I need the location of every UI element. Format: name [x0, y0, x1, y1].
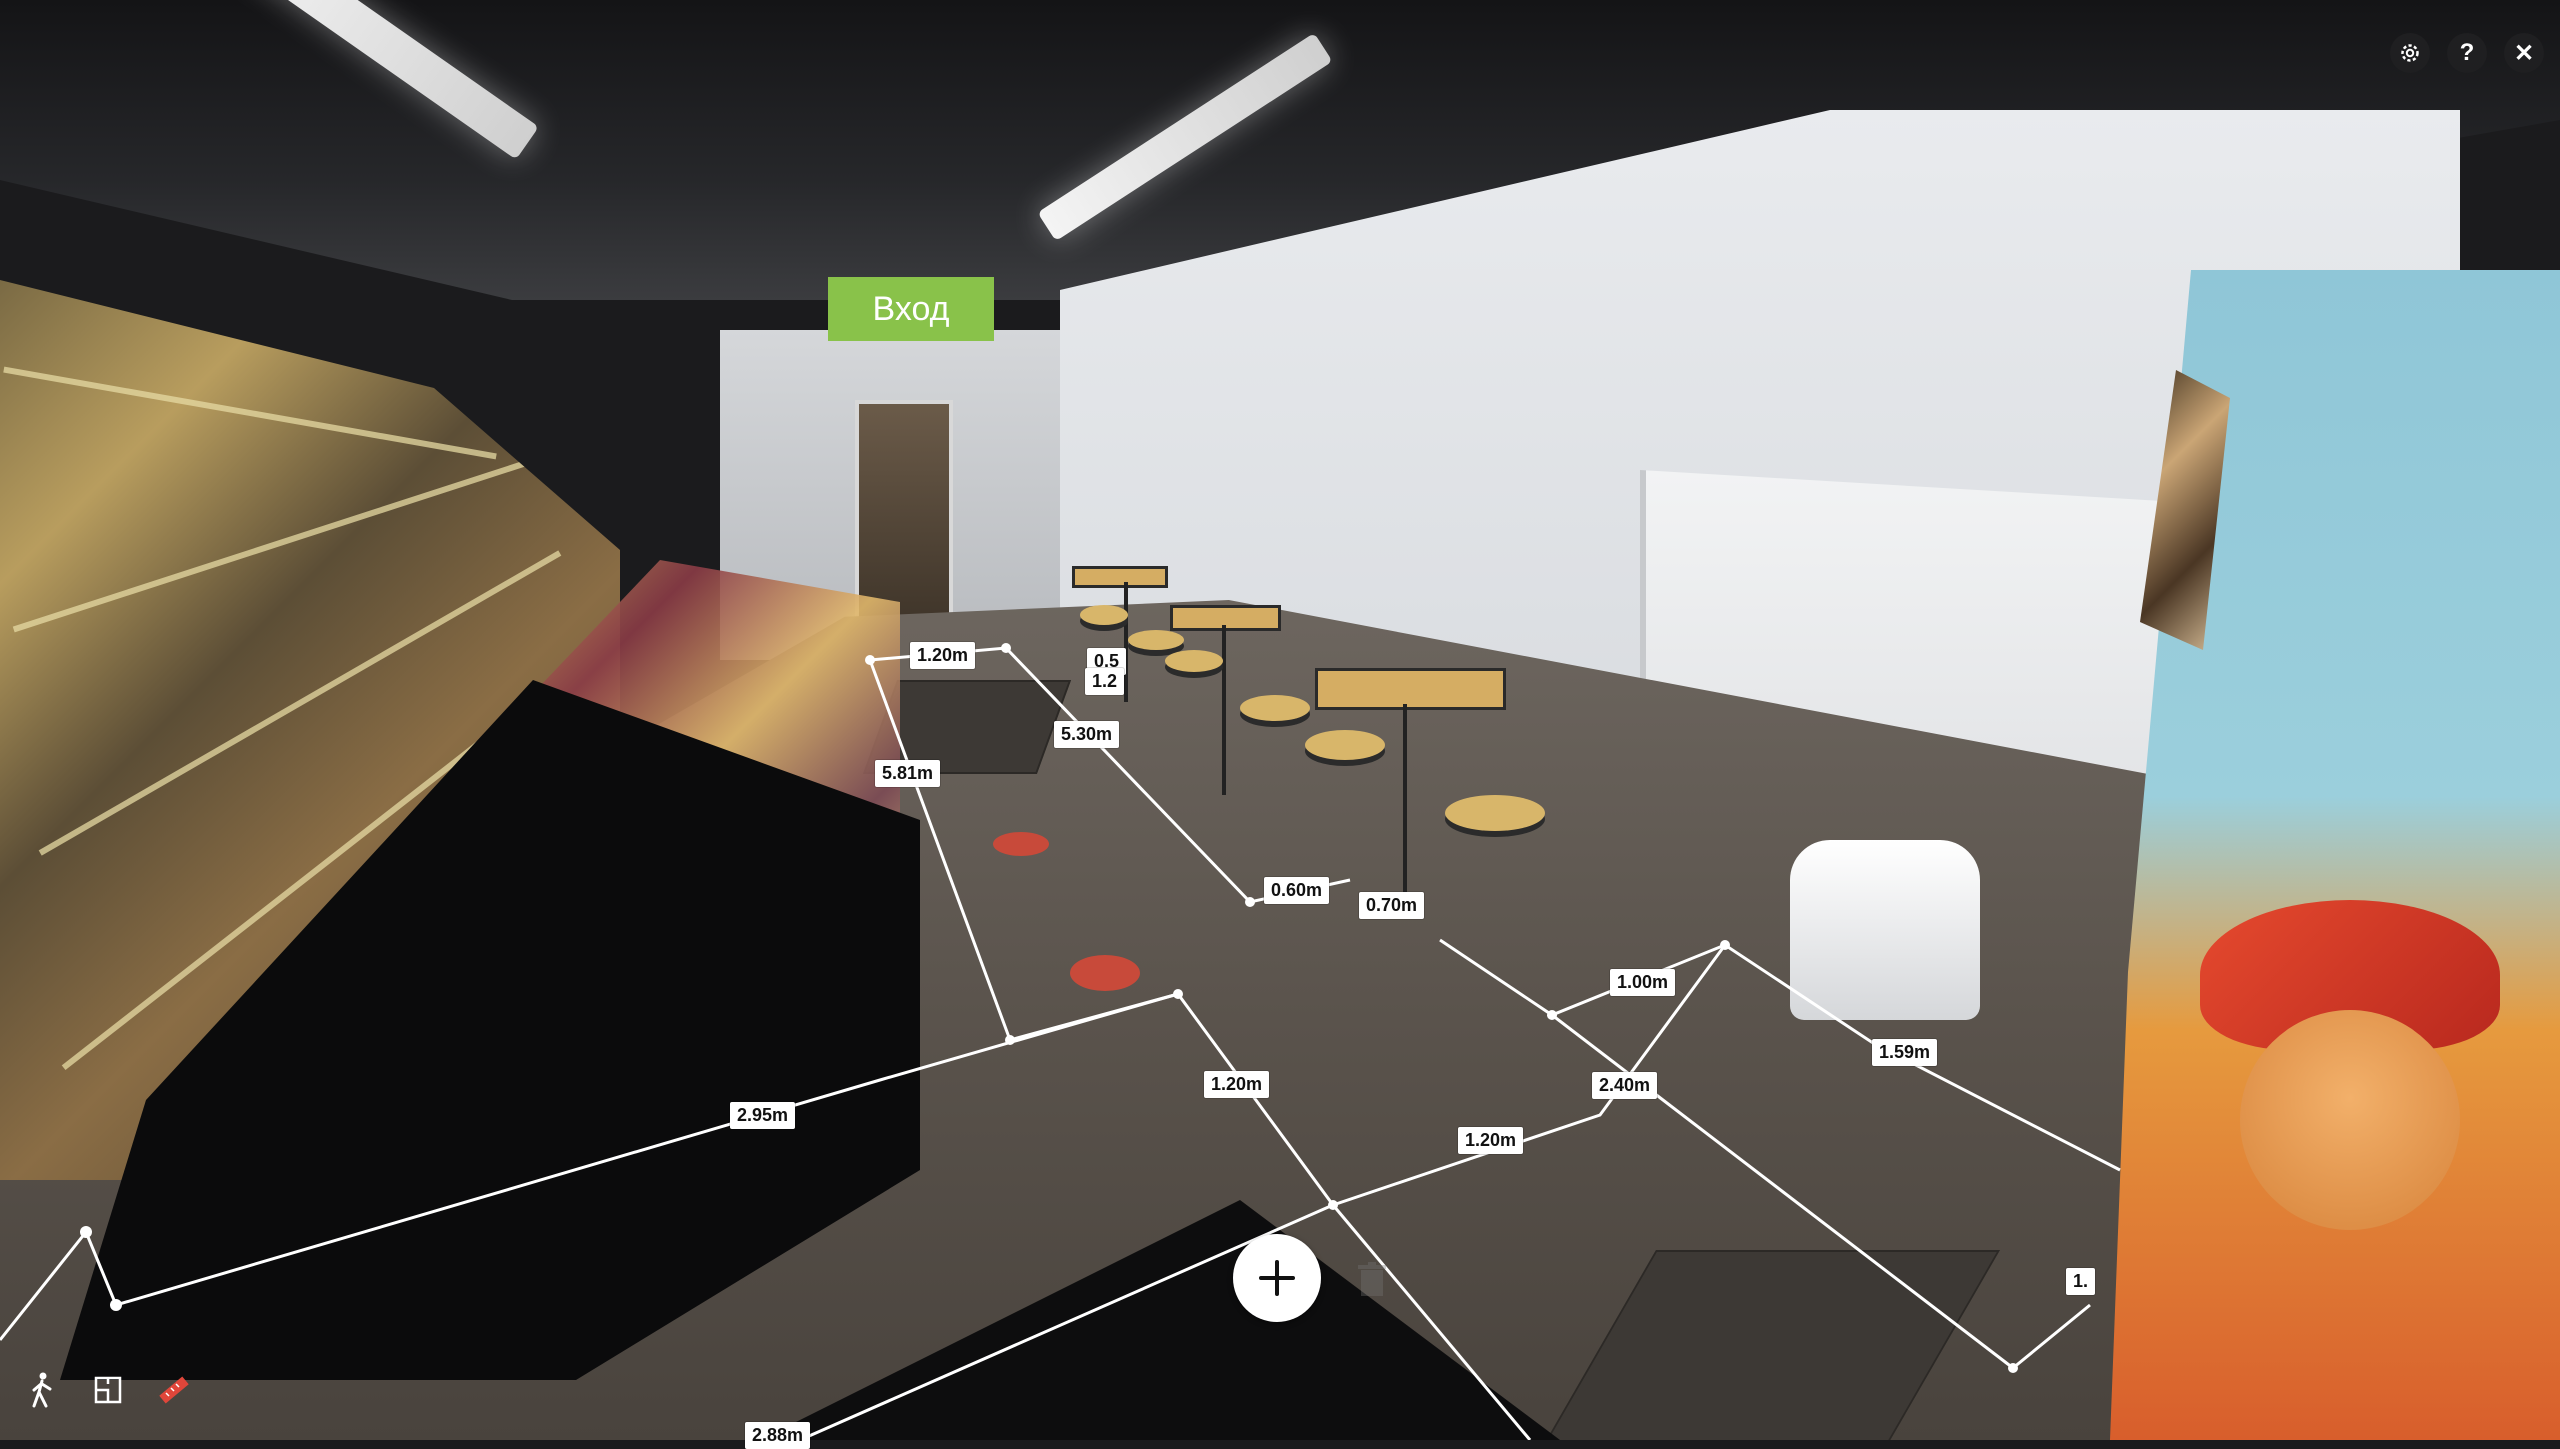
measurement-label[interactable]: 1.20m	[910, 642, 976, 669]
measurement-label[interactable]: 0.70m	[1359, 892, 1425, 919]
measure-icon	[159, 1376, 189, 1404]
walk-icon	[32, 1372, 52, 1408]
help-button[interactable]: ?	[2447, 33, 2487, 73]
floorplan-button[interactable]	[88, 1370, 128, 1410]
floor-marker	[1070, 955, 1140, 991]
measurement-label[interactable]: 2.40m	[1592, 1072, 1658, 1099]
high-table	[1315, 668, 1506, 710]
measurement-label[interactable]: 1.2	[1085, 668, 1125, 695]
walk-mode-button[interactable]	[22, 1370, 62, 1410]
measurement-label[interactable]: 1.59m	[1872, 1039, 1938, 1066]
bar-stool	[1080, 605, 1128, 625]
bar-stool	[1240, 695, 1310, 721]
close-icon: ✕	[2513, 39, 2535, 67]
measurement-label[interactable]: 1.	[2066, 1268, 2096, 1295]
measurement-label[interactable]: 2.95m	[730, 1102, 796, 1129]
mural-face	[2240, 1010, 2460, 1230]
bar-stool	[1445, 795, 1545, 831]
high-table	[1072, 566, 1168, 588]
add-measurement-button[interactable]	[1233, 1234, 1321, 1322]
tour-3d-view[interactable]	[0, 0, 2560, 1440]
measurement-label[interactable]: 0.60m	[1264, 877, 1330, 904]
help-icon: ?	[2459, 39, 2475, 66]
delete-measurement-button[interactable]	[1357, 1262, 1387, 1298]
bar-stool	[1305, 730, 1385, 760]
floorplan-icon	[94, 1376, 122, 1404]
white-chair	[1790, 840, 1980, 1020]
floor-marker	[993, 832, 1049, 856]
plus-icon	[1259, 1260, 1295, 1296]
measurement-label[interactable]: 5.30m	[1054, 721, 1120, 748]
trash-icon	[1358, 1262, 1386, 1296]
measurement-label[interactable]: 1.20m	[1458, 1127, 1524, 1154]
top-controls: ? ✕	[2390, 33, 2544, 73]
measurement-label[interactable]: 2.88m	[745, 1422, 811, 1449]
measurement-label[interactable]: 5.81m	[875, 760, 941, 787]
measurement-label[interactable]: 1.00m	[1610, 969, 1676, 996]
bar-stool	[1128, 630, 1184, 650]
bar-stool	[1165, 650, 1223, 672]
view-mode-toolbar	[22, 1370, 194, 1410]
measure-tool-button[interactable]	[154, 1370, 194, 1410]
gear-icon	[2401, 44, 2419, 62]
settings-button[interactable]	[2390, 33, 2430, 73]
entrance-tag-button[interactable]: Вход	[828, 277, 994, 341]
close-button[interactable]: ✕	[2504, 33, 2544, 73]
measurement-label[interactable]: 1.20m	[1204, 1071, 1270, 1098]
